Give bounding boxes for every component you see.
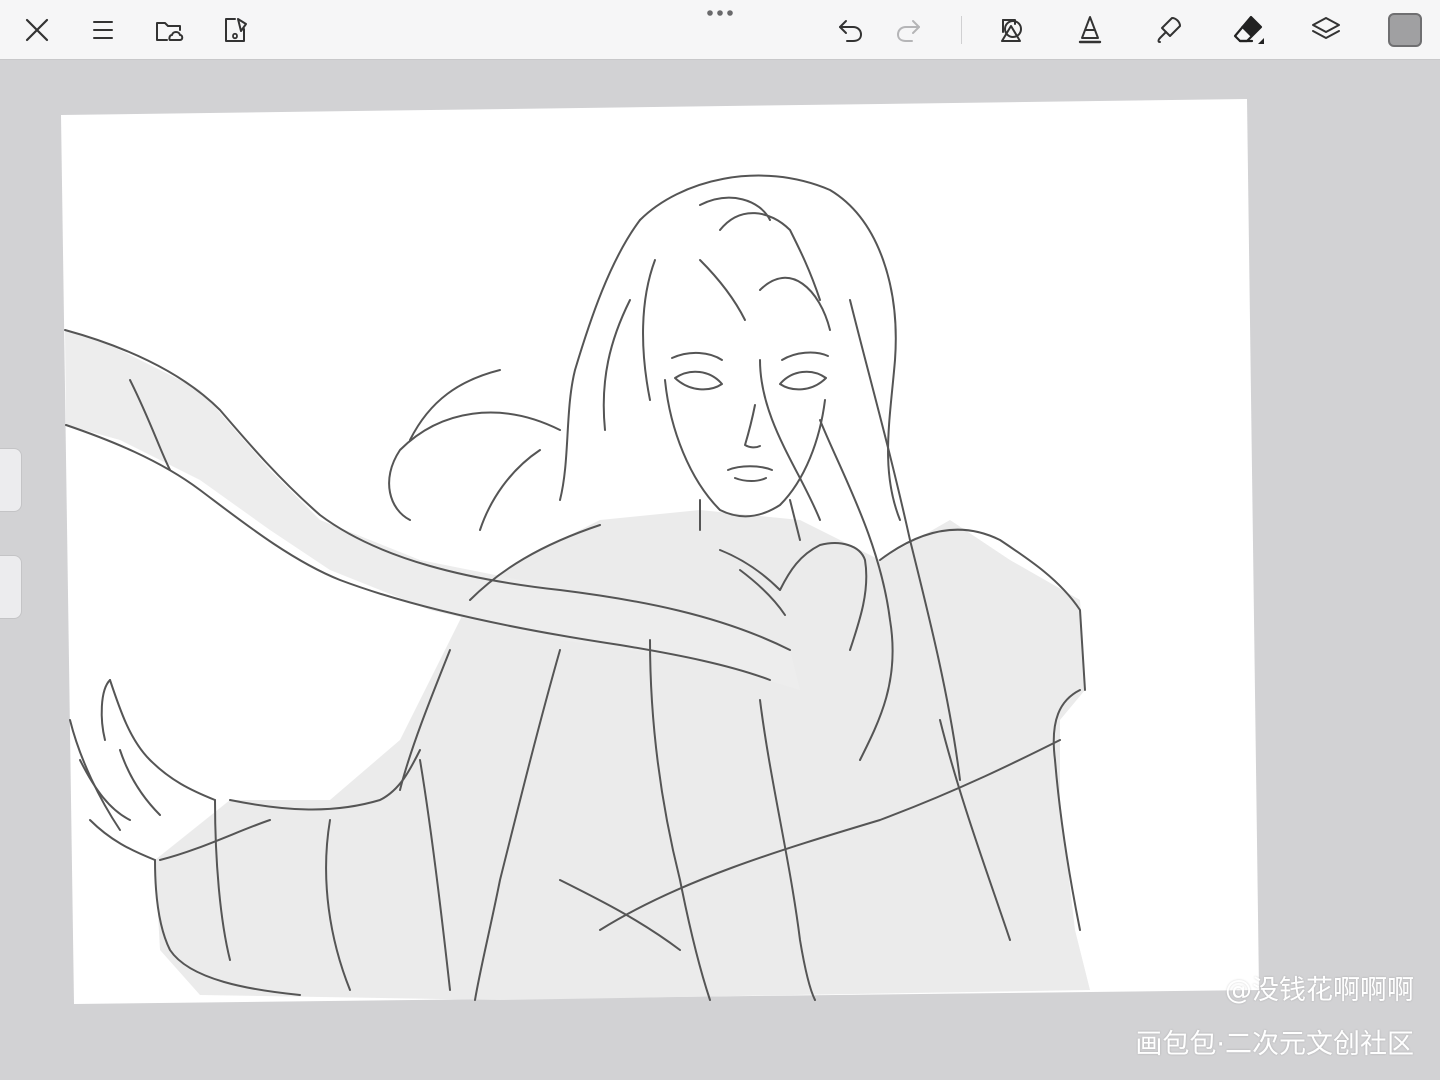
more-options-handle[interactable] [700, 4, 740, 22]
menu-button[interactable] [81, 8, 125, 52]
undo-button[interactable] [828, 8, 872, 52]
shapes-tool-button[interactable] [989, 8, 1033, 52]
adjustments-button[interactable] [213, 8, 257, 52]
drawing-canvas[interactable] [0, 0, 1440, 1080]
undo-icon [839, 20, 863, 42]
hamburger-menu-icon [93, 21, 113, 39]
watermark-site: 画包包·二次元文创社区 [1135, 1029, 1414, 1060]
gallery-button[interactable] [147, 8, 191, 52]
top-toolbar [0, 0, 1440, 60]
brush-tip-icon [1078, 16, 1102, 44]
opacity-slider[interactable] [0, 555, 22, 619]
layers-icon [1312, 17, 1340, 39]
more-dots-icon [707, 10, 733, 16]
brush-tool-button[interactable] [1068, 8, 1112, 52]
eraser-icon [1233, 15, 1264, 44]
toolbar-divider [961, 16, 962, 44]
smudge-icon [1157, 17, 1181, 43]
redo-button[interactable] [887, 8, 931, 52]
close-icon [25, 18, 49, 42]
drawing-app: @没钱花啊啊啊 画包包·二次元文创社区 [0, 0, 1440, 1080]
smudge-tool-button[interactable] [1146, 8, 1190, 52]
document-edit-icon [225, 18, 247, 42]
redo-icon [896, 20, 920, 42]
watermark-author: @没钱花啊啊啊 [1225, 975, 1414, 1006]
color-picker-swatch[interactable] [1388, 13, 1422, 47]
close-button[interactable] [15, 8, 59, 52]
brush-size-slider[interactable] [0, 448, 22, 512]
folder-cloud-icon [156, 22, 184, 41]
layers-button[interactable] [1304, 8, 1348, 52]
eraser-tool-button[interactable] [1226, 8, 1270, 52]
shapes-icon [1001, 19, 1022, 42]
